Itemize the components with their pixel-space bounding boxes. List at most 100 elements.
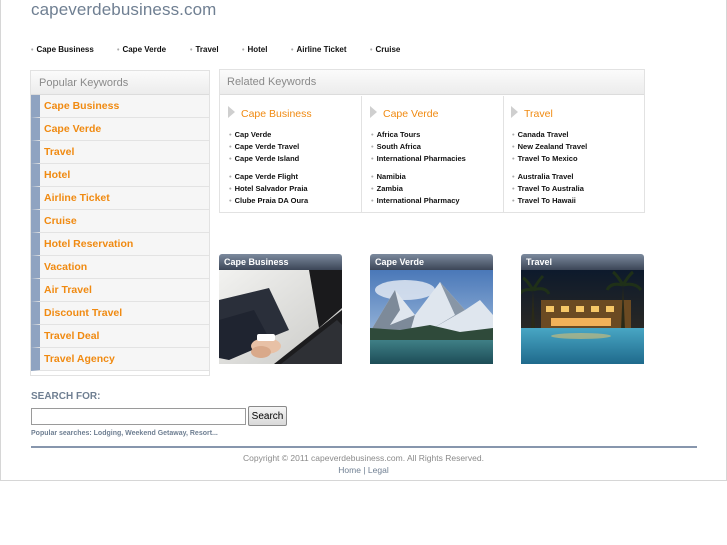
bullet-icon: • xyxy=(229,130,232,139)
related-link[interactable]: • Travel To Mexico xyxy=(512,154,578,163)
bullet-icon: • xyxy=(512,142,515,151)
related-link[interactable]: • Namibia xyxy=(371,172,406,181)
related-link[interactable]: • Canada Travel xyxy=(512,130,569,139)
sidebar-item-hotel-reservation[interactable]: Hotel Reservation xyxy=(31,233,209,256)
related-link[interactable]: • Cap Verde xyxy=(229,130,271,139)
related-link[interactable]: • Travel To Hawaii xyxy=(512,196,576,205)
bullet-icon: • xyxy=(229,196,232,205)
sidebar-item-travel-agency[interactable]: Travel Agency xyxy=(31,348,209,371)
related-column-title[interactable]: Cape Verde xyxy=(370,106,438,120)
related-link-label: Australia Travel xyxy=(517,172,574,181)
related-column-title[interactable]: Cape Business xyxy=(228,106,312,120)
popular-search-link[interactable]: Lodging xyxy=(94,430,122,437)
related-link-label: Hotel Salvador Praia xyxy=(234,184,308,193)
image-tile-label: Cape Business xyxy=(219,254,342,270)
bullet-icon: • xyxy=(117,47,120,54)
popular-searches-prefix: Popular searches: xyxy=(31,430,92,437)
footer-link-legal[interactable]: Legal xyxy=(368,465,389,475)
bullet-icon: • xyxy=(371,172,374,181)
bullet-icon: • xyxy=(229,142,232,151)
popular-keywords-panel: Popular Keywords Cape Business Cape Verd… xyxy=(30,70,210,376)
bullet-icon: • xyxy=(371,184,374,193)
related-link[interactable]: • South Africa xyxy=(371,142,421,151)
related-link[interactable]: • Cape Verde Flight xyxy=(229,172,298,181)
copyright-text: Copyright © 2011 capeverdebusiness.com. … xyxy=(243,453,484,463)
nav-link-label: Cape Business xyxy=(36,45,94,54)
bullet-icon: • xyxy=(512,196,515,205)
related-link-label: Cape Verde Island xyxy=(234,154,300,163)
image-tile-travel[interactable]: Travel xyxy=(521,254,644,364)
sidebar-item-discount-travel[interactable]: Discount Travel xyxy=(31,302,209,325)
related-link-label: Zambia xyxy=(376,184,403,193)
related-link[interactable]: • Australia Travel xyxy=(512,172,574,181)
related-link[interactable]: • Travel To Australia xyxy=(512,184,584,193)
related-keywords-heading: Related Keywords xyxy=(220,70,644,95)
nav-link-hotel[interactable]: • Hotel xyxy=(242,45,267,54)
nav-link-cape-verde[interactable]: • Cape Verde xyxy=(117,45,166,54)
related-link[interactable]: • Africa Tours xyxy=(371,130,420,139)
related-link-label: International Pharmacy xyxy=(376,196,460,205)
bullet-icon: • xyxy=(371,154,374,163)
bullet-icon: • xyxy=(291,47,294,54)
related-column: Travel • Canada Travel • New Zealand Trave… xyxy=(503,96,645,212)
sidebar-item-vacation[interactable]: Vacation xyxy=(31,256,209,279)
related-link[interactable]: • Zambia xyxy=(371,184,403,193)
bullet-icon: • xyxy=(512,154,515,163)
related-column-title-label: Travel xyxy=(524,108,553,120)
sidebar-item-hotel[interactable]: Hotel xyxy=(31,164,209,187)
footer-divider xyxy=(31,446,697,448)
search-button[interactable]: Search xyxy=(248,406,287,426)
related-link[interactable]: • Cape Verde Travel xyxy=(229,142,299,151)
footer-links: Home | Legal xyxy=(0,465,727,475)
related-link-label: Cape Verde Flight xyxy=(234,172,298,181)
sidebar-item-travel-deal[interactable]: Travel Deal xyxy=(31,325,209,348)
related-link[interactable]: • International Pharmacies xyxy=(371,154,466,163)
popular-search-link[interactable]: Weekend Getaway xyxy=(125,430,186,437)
popular-search-link[interactable]: Resort... xyxy=(190,430,218,437)
bullet-icon: • xyxy=(229,154,232,163)
nav-link-cape-business[interactable]: • Cape Business xyxy=(31,45,94,54)
related-link-label: Travel To Australia xyxy=(517,184,584,193)
bullet-icon: • xyxy=(229,184,232,193)
bullet-icon: • xyxy=(242,47,245,54)
related-link-label: Africa Tours xyxy=(376,130,421,139)
bullet-icon: • xyxy=(371,196,374,205)
related-link[interactable]: • Hotel Salvador Praia xyxy=(229,184,308,193)
mountain-lake-photo xyxy=(370,270,493,364)
sidebar-item-travel[interactable]: Travel xyxy=(31,141,209,164)
image-tile-label: Travel xyxy=(521,254,644,270)
nav-link-airline-ticket[interactable]: • Airline Ticket xyxy=(291,45,347,54)
related-link[interactable]: • International Pharmacy xyxy=(371,196,460,205)
popular-searches: Popular searches: Lodging, Weekend Getaw… xyxy=(31,430,218,437)
image-tile-cape-verde[interactable]: Cape Verde xyxy=(370,254,493,364)
sidebar-item-air-travel[interactable]: Air Travel xyxy=(31,279,209,302)
related-link-label: South Africa xyxy=(376,142,421,151)
sidebar-item-cruise[interactable]: Cruise xyxy=(31,210,209,233)
related-link[interactable]: • Cape Verde Island xyxy=(229,154,299,163)
bullet-icon: • xyxy=(370,47,373,54)
image-tile-cape-business[interactable]: Cape Business xyxy=(219,254,342,364)
bullet-icon: • xyxy=(371,142,374,151)
bullet-icon: • xyxy=(512,172,515,181)
bullet-icon: • xyxy=(371,130,374,139)
related-link-label: Namibia xyxy=(376,172,406,181)
related-link[interactable]: • Clube Praia DA Oura xyxy=(229,196,308,205)
related-column-title[interactable]: Travel xyxy=(511,106,553,120)
nav-link-cruise[interactable]: • Cruise xyxy=(370,45,400,54)
related-keywords-panel: Related Keywords Cape Business • Cap Verd… xyxy=(219,69,645,213)
sidebar-item-cape-business[interactable]: Cape Business xyxy=(31,95,209,118)
related-link[interactable]: • New Zealand Travel xyxy=(512,142,587,151)
nav-link-travel[interactable]: • Travel xyxy=(190,45,219,54)
image-tile-label: Cape Verde xyxy=(370,254,493,270)
related-column: Cape Verde • Africa Tours • South Africa •… xyxy=(362,96,504,212)
triangle-icon xyxy=(370,106,377,118)
business-laptop-photo xyxy=(219,270,342,364)
sidebar-item-airline-ticket[interactable]: Airline Ticket xyxy=(31,187,209,210)
site-title[interactable]: capeverdebusiness.com xyxy=(31,0,216,20)
related-link-label: International Pharmacies xyxy=(376,154,466,163)
footer-link-home[interactable]: Home xyxy=(338,465,361,475)
related-column-title-label: Cape Verde xyxy=(383,108,439,120)
sidebar-item-cape-verde[interactable]: Cape Verde xyxy=(31,118,209,141)
bullet-icon: • xyxy=(512,184,515,193)
search-input[interactable] xyxy=(31,408,246,425)
